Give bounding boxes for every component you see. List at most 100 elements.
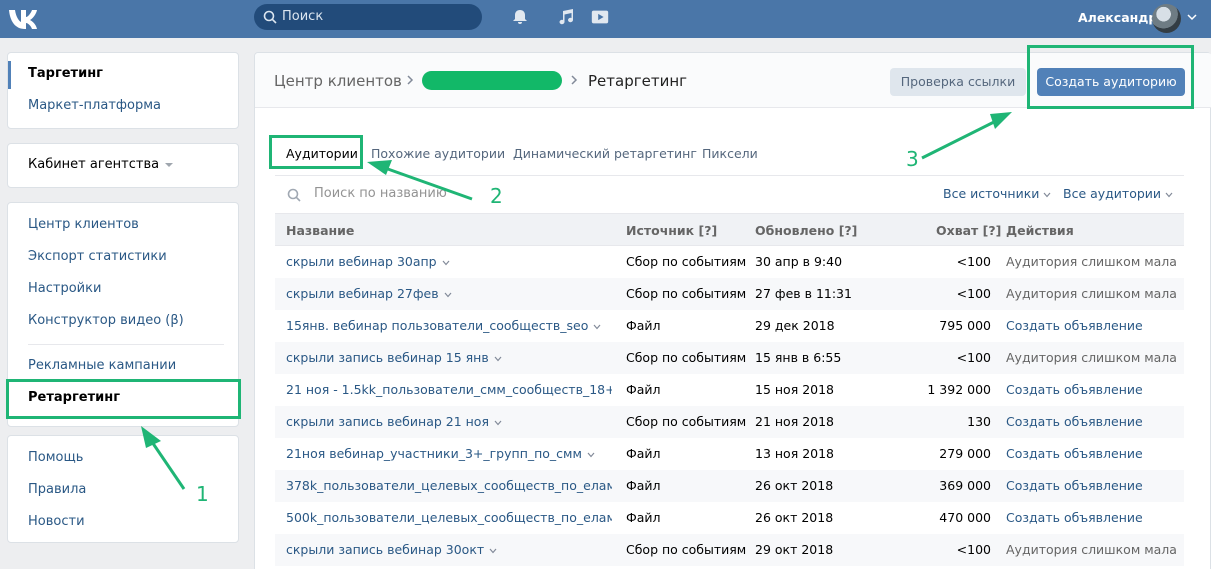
create-ad-link[interactable]: Создать объявление xyxy=(1006,446,1143,461)
audience-name-link[interactable]: скрыли запись вебинар 15 янв xyxy=(286,350,612,365)
table-row: скрыли запись вебинар 15 янв Сбор по собы… xyxy=(275,342,1184,374)
chevron-down-icon[interactable] xyxy=(593,324,601,330)
audience-updated: 30 апр в 9:40 xyxy=(755,254,843,269)
chevron-down-icon[interactable] xyxy=(444,292,452,298)
audience-name-link[interactable]: 21ноя вебинар_участники_3+_групп_по_смм xyxy=(286,446,612,461)
main-panel: Центр клиентов Ретаргетинг Проверка ссыл… xyxy=(254,52,1211,569)
audience-name-link[interactable]: скрыли запись вебинар 30окт xyxy=(286,542,612,557)
sidebar-item-rules[interactable]: Правила xyxy=(28,482,86,497)
sidebar-item-export-stats[interactable]: Экспорт статистики xyxy=(28,249,167,264)
column-header-updated[interactable]: Обновлено [?] xyxy=(755,223,857,238)
column-header-reach[interactable]: Охват [?] xyxy=(936,223,1001,238)
chevron-down-icon[interactable] xyxy=(1186,12,1198,22)
column-header-source[interactable]: Источник [?] xyxy=(626,223,717,238)
sources-dropdown[interactable]: Все источники xyxy=(943,186,1051,201)
audience-updated: 26 окт 2018 xyxy=(755,510,834,525)
chevron-down-icon[interactable] xyxy=(587,452,595,458)
top-bar: Поиск Александр xyxy=(0,0,1211,38)
audience-updated: 29 дек 2018 xyxy=(755,318,835,333)
chevron-down-icon[interactable] xyxy=(489,548,497,554)
search-icon xyxy=(263,10,277,24)
audience-reach: 369 000 xyxy=(939,478,991,493)
tab-dynamic-retargeting[interactable]: Динамический ретаргетинг xyxy=(513,146,697,161)
audience-updated: 21 ноя 2018 xyxy=(755,414,835,429)
table-row: 21ноя вебинар_участники_3+_групп_по_смм Ф… xyxy=(275,438,1184,470)
audience-name: скрыли вебинар 30апр xyxy=(286,254,437,269)
audience-status: Аудитория слишком мала xyxy=(1006,542,1177,557)
audience-status: Аудитория слишком мала xyxy=(1006,254,1177,269)
sidebar-item-video-constructor[interactable]: Конструктор видео (β) xyxy=(28,313,184,328)
check-link-button[interactable]: Проверка ссылки xyxy=(890,68,1026,96)
audience-reach: 470 000 xyxy=(939,510,991,525)
tab-similar-audiences[interactable]: Похожие аудитории xyxy=(371,146,505,161)
audience-updated: 29 окт 2018 xyxy=(755,542,834,557)
user-name[interactable]: Александр xyxy=(1078,10,1157,25)
create-ad-link[interactable]: Создать объявление xyxy=(1006,382,1143,397)
sidebar-item-market-platform[interactable]: Маркет-платформа xyxy=(28,98,161,113)
audience-name-link[interactable]: 500k_пользователи_целевых_сообществ_по_е… xyxy=(286,510,612,525)
sidebar-item-clients-center[interactable]: Центр клиентов xyxy=(28,217,139,232)
page-title: Ретаргетинг xyxy=(588,72,688,90)
search-icon xyxy=(287,188,301,202)
annotation-box-retargeting xyxy=(6,379,241,419)
caret-down-icon xyxy=(165,162,174,167)
table-row: 378k_пользователи_целевых_сообществ_по_е… xyxy=(275,470,1184,502)
audience-name-link[interactable]: скрыли вебинар 30апр xyxy=(286,254,612,269)
audience-name: 15янв. вебинар пользователи_сообществ_se… xyxy=(286,318,589,333)
table-row: скрыли запись вебинар 21 ноя Сбор по собы… xyxy=(275,406,1184,438)
audience-reach: 795 000 xyxy=(939,318,991,333)
annotation-number-3: 3 xyxy=(906,147,919,171)
create-ad-link[interactable]: Создать объявление xyxy=(1006,414,1143,429)
active-indicator xyxy=(8,61,11,89)
audience-status: Аудитория слишком мала xyxy=(1006,286,1177,301)
tab-pixels[interactable]: Пиксели xyxy=(702,146,758,161)
sidebar-item-settings[interactable]: Настройки xyxy=(28,281,101,296)
sidebar-item-ad-campaigns[interactable]: Рекламные кампании xyxy=(28,358,176,373)
audience-search-input[interactable]: Поиск по названию xyxy=(314,186,447,201)
sidebar-section-agency: Кабинет агентства xyxy=(7,143,239,188)
chevron-down-icon xyxy=(1165,192,1173,197)
breadcrumb-clients-center[interactable]: Центр клиентов xyxy=(274,72,402,90)
search-input[interactable]: Поиск xyxy=(254,4,482,30)
annotation-number-2: 2 xyxy=(490,184,503,208)
audience-updated: 15 янв в 6:55 xyxy=(755,350,842,365)
table-row: скрыли запись вебинар 30окт Сбор по событ… xyxy=(275,534,1184,566)
chevron-down-icon[interactable] xyxy=(494,356,502,362)
annotation-box-audiences-tab xyxy=(269,135,363,169)
audience-source: Сбор по событиям xyxy=(626,350,747,365)
audience-source: Файл xyxy=(626,510,661,525)
audience-name: скрыли вебинар 27фев xyxy=(286,286,439,301)
sidebar-item-agency-cabinet[interactable]: Кабинет агентства xyxy=(28,157,174,172)
chevron-down-icon[interactable] xyxy=(442,260,450,266)
chevron-down-icon[interactable] xyxy=(494,420,502,426)
vk-logo-icon[interactable] xyxy=(7,4,43,32)
audience-name-link[interactable]: 15янв. вебинар пользователи_сообществ_se… xyxy=(286,318,612,333)
audience-name-link[interactable]: скрыли запись вебинар 21 ноя xyxy=(286,414,612,429)
audience-name-link[interactable]: 21 ноя - 1.5kk_пользователи_смм_сообщест… xyxy=(286,382,612,397)
audience-name: скрыли запись вебинар 15 янв xyxy=(286,350,489,365)
audience-source: Сбор по событиям xyxy=(626,286,747,301)
audience-reach: <100 xyxy=(956,254,991,269)
bell-icon[interactable] xyxy=(510,7,530,27)
sidebar-item-targeting[interactable]: Таргетинг xyxy=(28,66,103,81)
audience-source: Файл xyxy=(626,382,661,397)
music-icon[interactable] xyxy=(556,7,576,27)
audience-reach: 130 xyxy=(967,414,991,429)
create-ad-link[interactable]: Создать объявление xyxy=(1006,510,1143,525)
sidebar-item-help[interactable]: Помощь xyxy=(28,450,83,465)
audience-name: 500k_пользователи_целевых_сообществ_по_е… xyxy=(286,510,612,525)
audience-name-link[interactable]: 378k_пользователи_целевых_сообществ_по_е… xyxy=(286,478,612,493)
sidebar-divider xyxy=(28,344,224,345)
filter-bar: Поиск по названию Все источники Все ауди… xyxy=(275,175,1184,213)
audience-name-link[interactable]: скрыли вебинар 27фев xyxy=(286,286,612,301)
audience-updated: 27 фев в 11:31 xyxy=(755,286,852,301)
audience-reach: <100 xyxy=(956,350,991,365)
create-ad-link[interactable]: Создать объявление xyxy=(1006,318,1143,333)
avatar[interactable] xyxy=(1152,4,1181,33)
redacted-client-name[interactable] xyxy=(422,71,562,90)
audiences-dropdown[interactable]: Все аудитории xyxy=(1063,186,1173,201)
video-play-icon[interactable] xyxy=(590,7,610,27)
sidebar-item-news[interactable]: Новости xyxy=(28,514,85,529)
create-ad-link[interactable]: Создать объявление xyxy=(1006,478,1143,493)
audience-source: Файл xyxy=(626,478,661,493)
